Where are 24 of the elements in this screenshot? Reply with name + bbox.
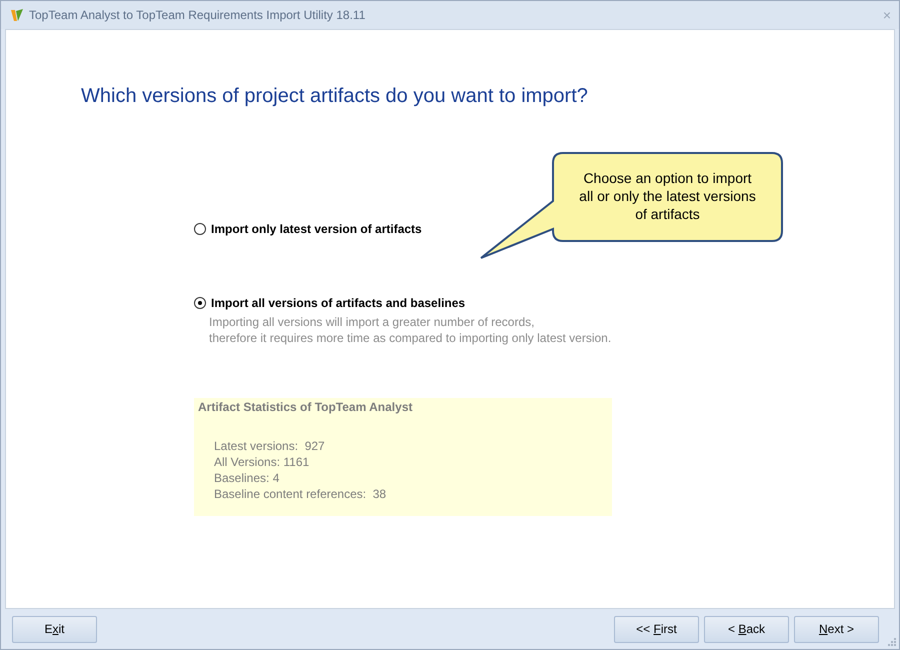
- option-label: Import only latest version of artifacts: [211, 222, 422, 236]
- resize-grip-icon[interactable]: [887, 637, 896, 646]
- statistics-line: Baseline content references: 38: [214, 486, 388, 502]
- callout-text: of artifacts: [634, 205, 701, 223]
- callout-text: Choose an option to import: [582, 169, 753, 187]
- wizard-nav-button[interactable]: < Back: [704, 616, 789, 642]
- statistics-line: Baselines: 4: [214, 470, 280, 486]
- page-heading: Which versions of project artifacts do you want to import?: [81, 85, 589, 108]
- radio-button[interactable]: [194, 223, 206, 235]
- exit-button[interactable]: Exit: [12, 616, 97, 642]
- statistics-line: All Versions: 1161: [214, 454, 310, 470]
- radio-button[interactable]: [194, 297, 206, 309]
- window-title: TopTeam Analyst to TopTeam Requirements Import Utility 18.11: [29, 8, 366, 22]
- radio-option[interactable]: Import all versions of artifacts and baselines: [194, 296, 894, 310]
- radio-option[interactable]: Import only latest version of artifacts: [194, 222, 894, 236]
- app-logo-icon: [9, 7, 25, 23]
- wizard-nav-button[interactable]: Next >: [794, 616, 879, 642]
- callout-text: all or only the latest versions: [578, 187, 757, 205]
- statistics-title: Artifact Statistics of TopTeam Analyst: [198, 400, 414, 414]
- statistics-line: Latest versions: 927: [214, 438, 326, 454]
- wizard-nav-button[interactable]: << First: [614, 616, 699, 642]
- option-description: therefore it requires more time as compared to importing only latest version.: [209, 330, 612, 346]
- option-description: Importing all versions will import a greater number of records,: [209, 314, 536, 330]
- option-label: Import all versions of artifacts and baselines: [211, 296, 466, 310]
